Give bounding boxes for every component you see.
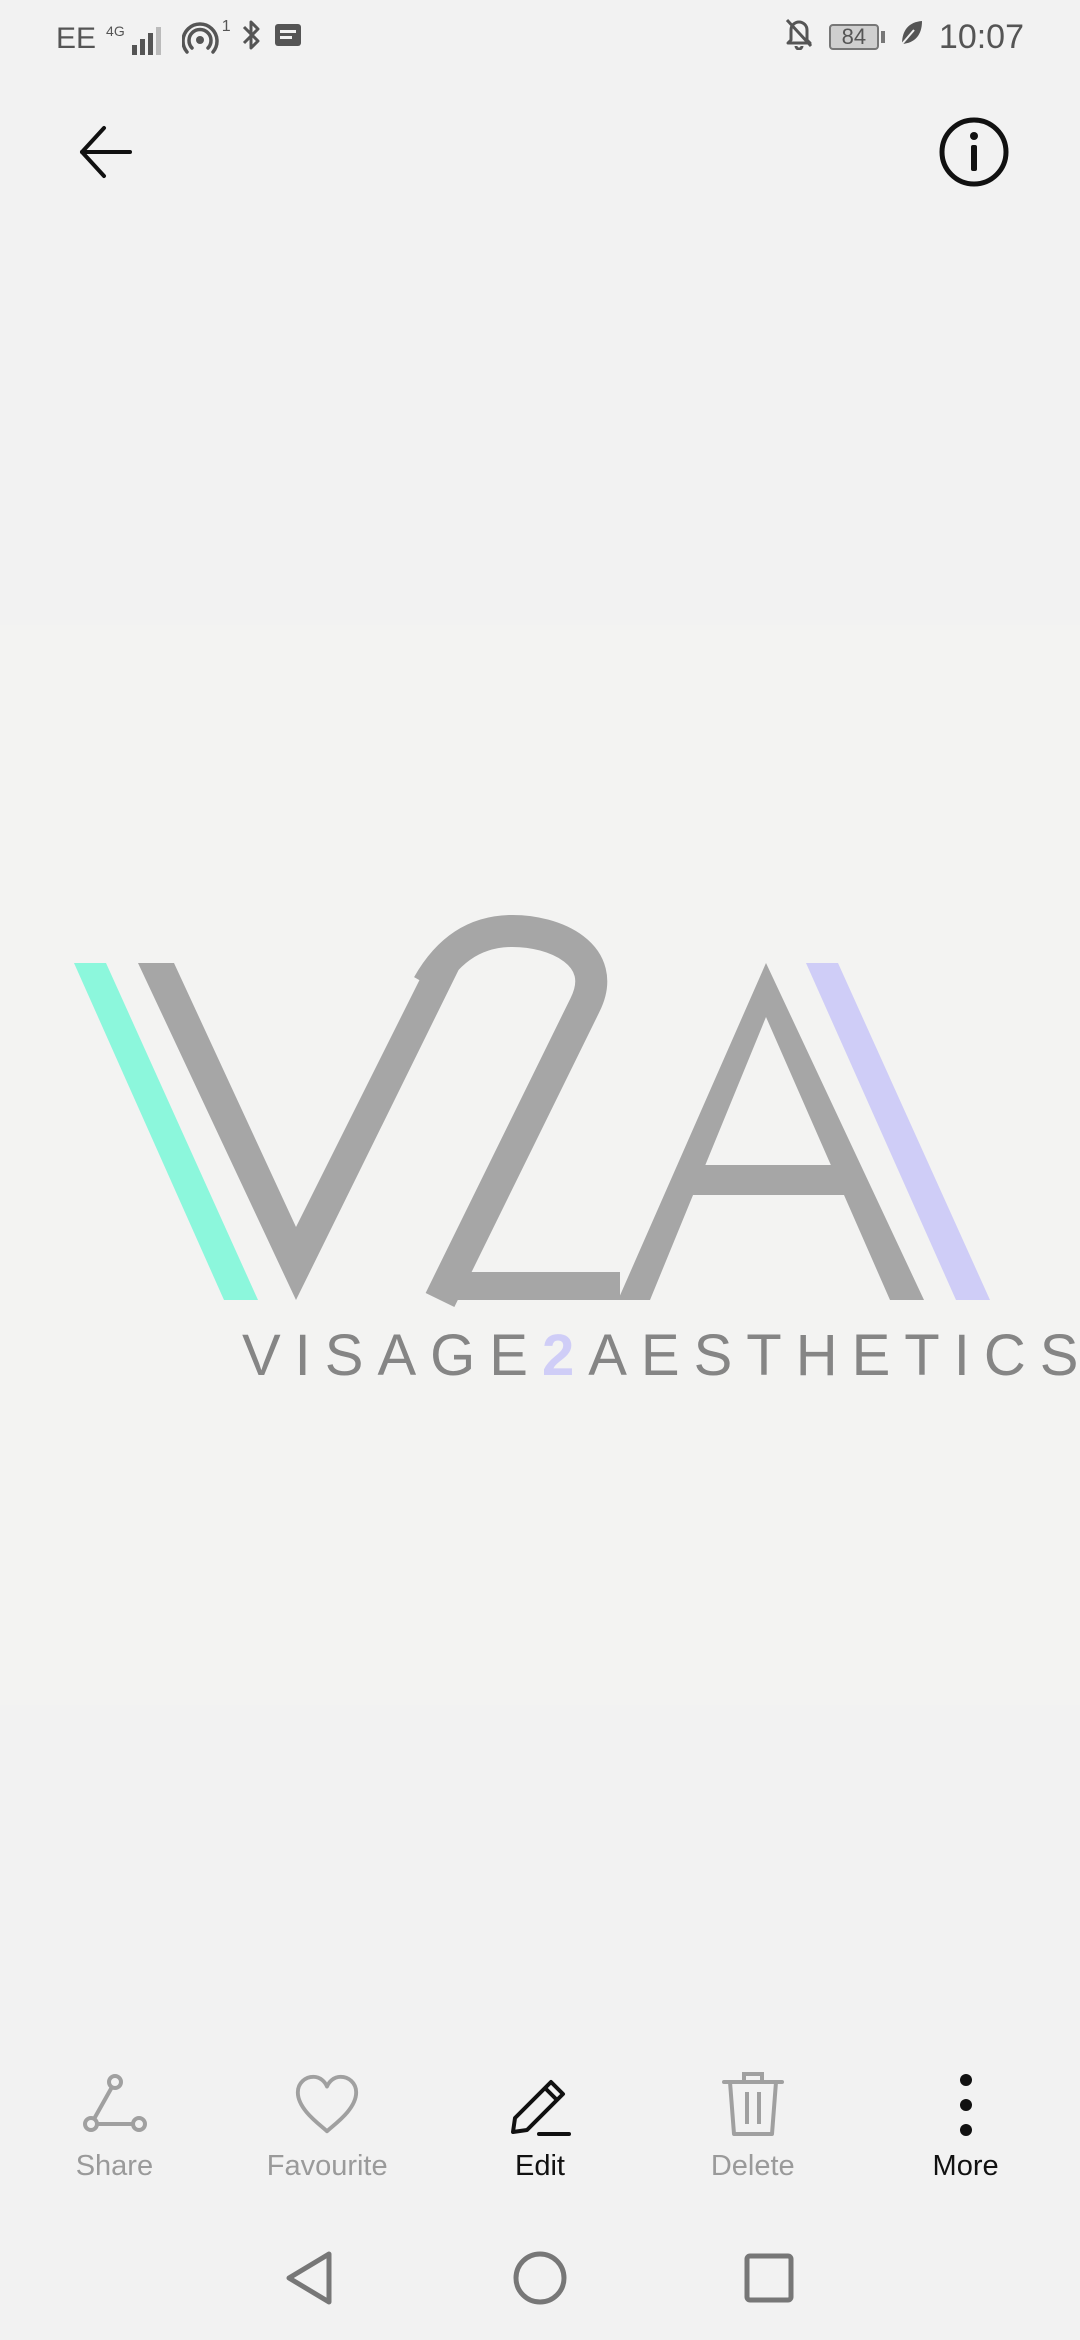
status-bar: EE 4G 1 84 10:07 bbox=[0, 0, 1080, 76]
delete-button[interactable]: Delete bbox=[663, 2070, 843, 2183]
battery-indicator: 84 bbox=[828, 24, 885, 50]
battery-percent: 84 bbox=[828, 24, 879, 50]
bluetooth-icon bbox=[241, 18, 263, 60]
status-right: 84 10:07 bbox=[783, 16, 1024, 58]
logo-wordmark-mid: 2 bbox=[542, 1323, 588, 1388]
heart-icon bbox=[292, 2070, 362, 2140]
svg-text:VISAGE2AESTHETICS: VISAGE2AESTHETICS bbox=[242, 1323, 1080, 1388]
signal-bars-icon bbox=[131, 27, 161, 55]
arrow-left-icon bbox=[80, 126, 132, 178]
battery-cap bbox=[880, 31, 885, 43]
photo-action-bar: Share Favourite Edit Delete More bbox=[0, 2070, 1080, 2200]
back-button[interactable] bbox=[64, 110, 148, 194]
more-button[interactable]: More bbox=[876, 2070, 1056, 2183]
logo-letter-v bbox=[138, 963, 462, 1300]
hotspot-icon: 1 bbox=[181, 18, 231, 56]
logo-letter-a bbox=[618, 963, 924, 1300]
info-circle-icon bbox=[939, 117, 1009, 187]
share-label: Share bbox=[75, 2150, 154, 2182]
more-label: More bbox=[932, 2150, 999, 2182]
edit-label: Edit bbox=[514, 2150, 565, 2182]
trash-icon bbox=[718, 2070, 788, 2140]
share-icon bbox=[79, 2070, 149, 2140]
nav-back-button[interactable] bbox=[274, 2243, 344, 2313]
delete-label: Delete bbox=[710, 2150, 795, 2182]
signal-icon: 4G bbox=[106, 23, 166, 55]
more-vertical-icon bbox=[931, 2070, 1001, 2140]
nav-home-icon bbox=[513, 2251, 567, 2305]
carrier-label: EE bbox=[56, 22, 97, 55]
logo-letter-a-bar bbox=[690, 1165, 850, 1195]
favourite-label: Favourite bbox=[266, 2150, 388, 2182]
logo-wordmark-left: VISAGE bbox=[242, 1323, 542, 1388]
logo-numeral-2 bbox=[414, 915, 608, 1308]
share-button[interactable]: Share bbox=[24, 2070, 204, 2183]
info-button[interactable] bbox=[932, 110, 1016, 194]
nav-home-button[interactable] bbox=[505, 2243, 575, 2313]
nav-recents-button[interactable] bbox=[734, 2243, 804, 2313]
nav-recents-icon bbox=[744, 2253, 794, 2303]
system-nav-bar bbox=[0, 2235, 1080, 2325]
v2a-logo-image: VISAGE2AESTHETICS bbox=[74, 915, 1080, 1388]
status-left: EE 4G 1 bbox=[56, 18, 303, 60]
leaf-power-saving-icon bbox=[899, 18, 925, 56]
bell-off-icon bbox=[783, 16, 815, 58]
hotspot-count: 1 bbox=[221, 18, 231, 35]
edit-button[interactable]: Edit bbox=[450, 2070, 630, 2183]
clock: 10:07 bbox=[938, 17, 1024, 56]
nav-back-icon bbox=[286, 2251, 332, 2305]
logo-numeral-2-base bbox=[440, 1272, 620, 1300]
logo-wordmark-right: AESTHETICS bbox=[588, 1323, 1080, 1388]
favourite-button[interactable]: Favourite bbox=[237, 2070, 417, 2183]
gallery-photo-viewer: EE 4G 1 84 10:07 VISAGE2AESTHETICS Share… bbox=[0, 0, 1080, 2340]
network-type-label: 4G bbox=[106, 23, 125, 39]
notification-message-icon bbox=[273, 20, 303, 58]
pencil-icon bbox=[505, 2070, 575, 2140]
photo-canvas[interactable]: VISAGE2AESTHETICS bbox=[0, 625, 1080, 1705]
